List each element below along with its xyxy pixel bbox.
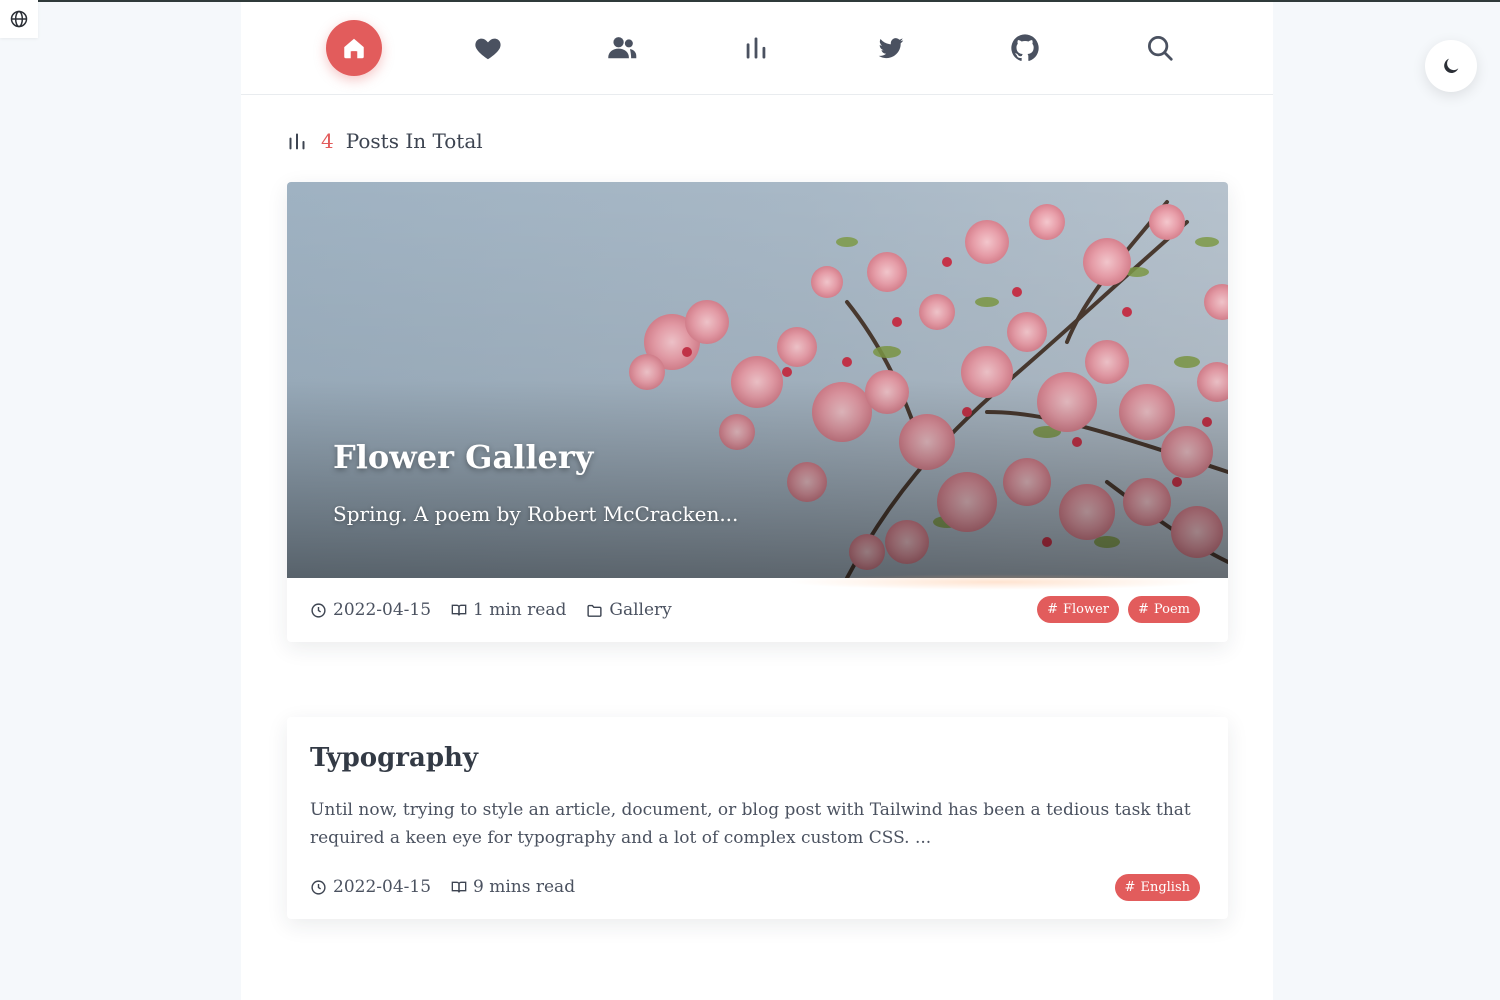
clock-icon [311,602,326,618]
posts-summary: 4 Posts In Total [287,126,483,156]
post-tags: # English [1106,874,1200,901]
post-excerpt: Until now, trying to style an article, d… [310,800,1191,848]
stats-icon [289,133,305,150]
posts-count-number: 4 [321,129,334,153]
main-panel: 4 Posts In Total Flower Gallery Spring. … [241,2,1273,1000]
search-icon [1148,36,1173,61]
post-meta: 2022-04-15 9 mins read [310,872,595,902]
home-icon [344,38,364,59]
moon-icon [1444,58,1459,73]
post-card[interactable]: Typography Until now, trying to style an… [287,717,1228,919]
tag-label: Flower [1062,602,1110,617]
nav-friends[interactable] [594,20,650,76]
post-read-time-text: 9 mins read [473,877,576,897]
github-icon [1011,34,1039,61]
post-date: 2022-04-15 [310,877,431,897]
post-card[interactable]: Flower Gallery Spring. A poem by Robert … [287,182,1228,642]
post-meta: 2022-04-15 1 min read Gallery [310,595,692,625]
globe-icon [10,10,28,28]
post-date: 2022-04-15 [310,600,431,620]
post-title[interactable]: Flower Gallery [333,438,593,476]
twitter-icon [878,38,904,59]
tag-label: English [1140,880,1190,895]
folder-icon [587,604,602,617]
nav-github[interactable] [997,20,1053,76]
post-title[interactable]: Typography [310,743,478,773]
post-cover-image[interactable]: Flower Gallery Spring. A poem by Robert … [287,182,1228,578]
users-icon [608,37,637,59]
hash-icon: # [1047,602,1058,617]
post-excerpt: Spring. A poem by Robert McCracken... [333,502,739,526]
book-icon [451,604,467,616]
post-tags: # Flower # Poem [1028,596,1200,623]
post-date-text: 2022-04-15 [333,600,432,620]
hash-icon: # [1138,602,1149,617]
top-nav [241,2,1273,95]
cover-glow [787,574,1207,590]
post-read-time-text: 1 min read [473,600,567,620]
theme-toggle-button[interactable] [1425,40,1477,92]
post-date-text: 2022-04-15 [333,877,432,897]
tag-poem[interactable]: # Poem [1128,596,1200,623]
stats-icon [746,37,766,59]
nav-twitter[interactable] [863,20,919,76]
clock-icon [311,879,326,895]
post-read-time: 1 min read [451,600,566,620]
posts-count-label: Posts In Total [345,129,483,153]
tag-flower[interactable]: # Flower [1037,596,1120,623]
nav-favorites[interactable] [460,20,516,76]
tag-english[interactable]: # English [1114,874,1200,901]
heart-icon [475,38,501,60]
nav-home[interactable] [326,20,382,76]
post-category-text[interactable]: Gallery [609,600,671,620]
language-button[interactable] [0,0,38,38]
nav-stats[interactable] [728,20,784,76]
post-category[interactable]: Gallery [586,600,672,620]
hash-icon: # [1124,880,1136,895]
post-read-time: 9 mins read [451,877,575,897]
tag-label: Poem [1153,602,1190,617]
book-icon [451,881,467,893]
nav-search[interactable] [1132,20,1188,76]
